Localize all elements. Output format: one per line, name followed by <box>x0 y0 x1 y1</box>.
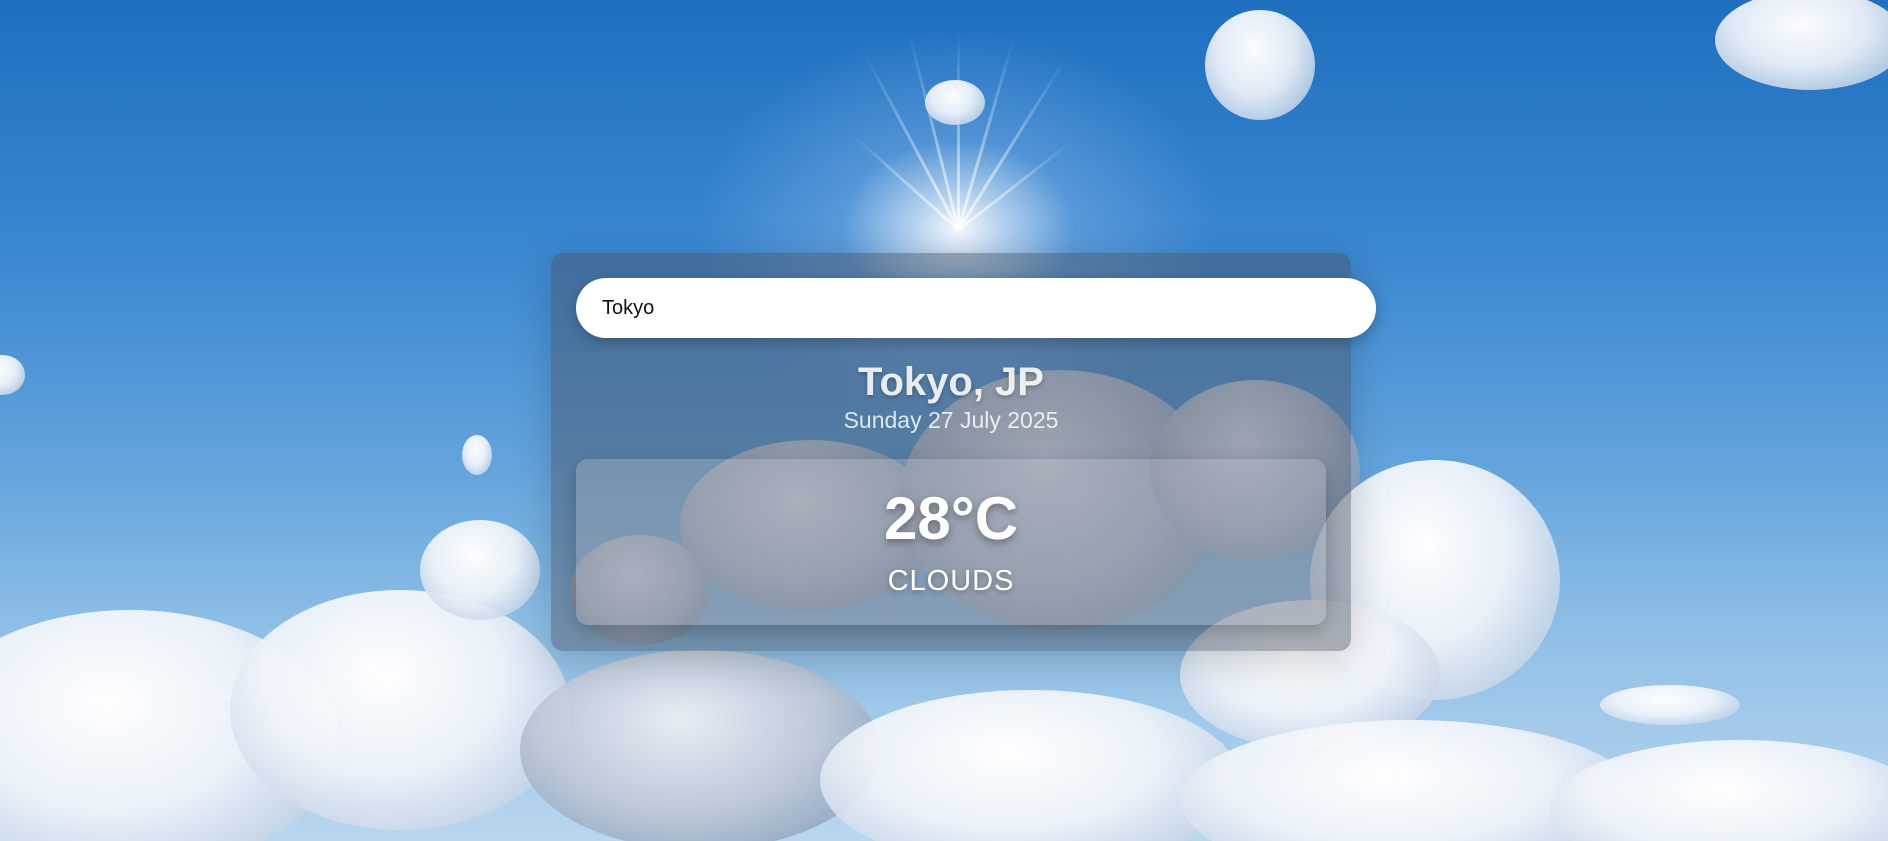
cloud <box>1715 0 1888 90</box>
sun-ray <box>957 37 1016 231</box>
sun-ray <box>957 30 960 230</box>
cloud <box>520 650 880 841</box>
cloud <box>925 80 985 125</box>
sun-ray <box>853 135 960 232</box>
cloud <box>820 690 1240 841</box>
sun-ray <box>908 35 960 231</box>
cloud <box>0 355 25 395</box>
search-input[interactable] <box>576 278 1376 338</box>
sun-ray <box>957 142 1070 232</box>
weather-condition: CLOUDS <box>887 565 1015 597</box>
cloud <box>462 435 492 475</box>
cloud <box>1205 10 1315 120</box>
date-label: Sunday 27 July 2025 <box>843 407 1059 433</box>
location-title: Tokyo, JP <box>858 360 1044 404</box>
sun-ray <box>863 52 960 231</box>
cloud <box>230 590 570 830</box>
temperature-value: 28°C <box>883 485 1019 552</box>
cloud <box>1600 685 1740 725</box>
cloud <box>420 520 540 620</box>
